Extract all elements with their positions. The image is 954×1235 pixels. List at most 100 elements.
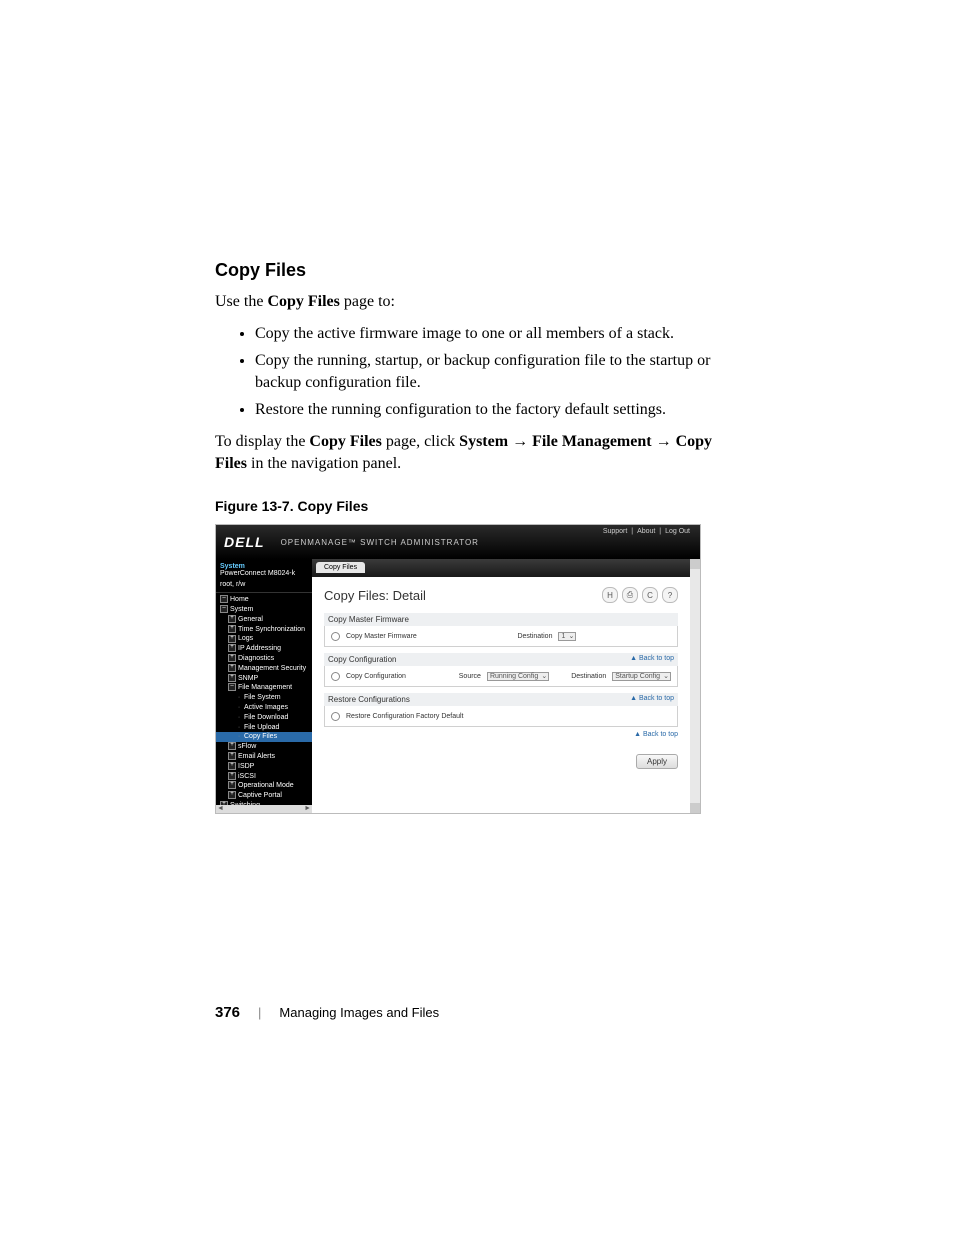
back-to-top-link[interactable]: ▲ Back to top: [630, 695, 674, 702]
scroll-left-icon[interactable]: ◄: [217, 805, 224, 812]
tree-mgmt-security[interactable]: +Management Security: [216, 664, 312, 674]
save-icon[interactable]: H: [602, 587, 618, 603]
source-select[interactable]: Running Config: [487, 672, 549, 681]
support-link[interactable]: Support: [603, 528, 628, 535]
expand-icon[interactable]: +: [228, 654, 236, 662]
tree-ip-addressing[interactable]: +IP Addressing: [216, 644, 312, 654]
refresh-icon[interactable]: C: [642, 587, 658, 603]
label: File Download: [244, 714, 288, 721]
tree-active-images[interactable]: ·Active Images: [216, 703, 312, 713]
sidebar-scrollbar[interactable]: ◄►: [216, 805, 312, 813]
page-title: Copy Files: Detail: [324, 588, 426, 603]
leaf-icon: ·: [236, 732, 242, 742]
tree-file-upload[interactable]: ·File Upload: [216, 723, 312, 733]
sidebar-user: root, r/w: [216, 581, 312, 592]
expand-icon[interactable]: +: [228, 644, 236, 652]
nav-tree: –Home –System +General +Time Synchroniza…: [216, 592, 312, 813]
text: page to:: [340, 293, 395, 310]
label: iSCSI: [238, 773, 256, 780]
tree-captive-portal[interactable]: +Captive Portal: [216, 791, 312, 801]
figure-caption: Figure 13-7. Copy Files: [215, 498, 739, 514]
tree-file-management[interactable]: –File Management: [216, 683, 312, 693]
print-icon[interactable]: ⎙: [622, 587, 638, 603]
expand-icon[interactable]: +: [228, 615, 236, 623]
help-icon[interactable]: ?: [662, 587, 678, 603]
text-bold: File Management: [532, 433, 652, 450]
scroll-right-icon[interactable]: ►: [304, 805, 311, 812]
tree-isdp[interactable]: +ISDP: [216, 762, 312, 772]
back-to-top-link[interactable]: ▲ Back to top: [324, 731, 678, 738]
logout-link[interactable]: Log Out: [665, 528, 690, 535]
apply-button[interactable]: Apply: [636, 754, 678, 769]
destination-label: Destination: [571, 673, 606, 680]
tree-sflow[interactable]: +sFlow: [216, 742, 312, 752]
leaf-icon: ·: [236, 693, 242, 703]
collapse-icon[interactable]: –: [220, 605, 228, 613]
intro-paragraph: Use the Copy Files page to:: [215, 291, 739, 313]
option-label: Restore Configuration Factory Default: [346, 713, 464, 720]
main-scrollbar[interactable]: [690, 559, 700, 813]
label: Operational Mode: [238, 782, 294, 789]
collapse-icon[interactable]: –: [228, 683, 236, 691]
label: Captive Portal: [238, 792, 282, 799]
header-links: Support | About | Log Out: [601, 528, 692, 535]
section-heading: Copy Files: [215, 260, 739, 281]
arrow: →: [652, 433, 676, 450]
label: SNMP: [238, 675, 258, 682]
main-content: Copy Files Copy Files: Detail H ⎙ C ? Co…: [312, 559, 690, 813]
destination-select[interactable]: Startup Config: [612, 672, 671, 681]
label: Time Synchronization: [238, 626, 305, 633]
radio-copy-configuration[interactable]: [331, 672, 340, 681]
tree-general[interactable]: +General: [216, 615, 312, 625]
back-to-top-link[interactable]: ▲ Back to top: [630, 655, 674, 662]
expand-icon[interactable]: +: [228, 742, 236, 750]
expand-icon[interactable]: +: [228, 625, 236, 633]
tab-copy-files[interactable]: Copy Files: [316, 562, 365, 573]
expand-icon[interactable]: +: [228, 674, 236, 682]
radio-restore-factory-default[interactable]: [331, 712, 340, 721]
leaf-icon: ·: [236, 723, 242, 733]
section-title: Copy Configuration: [328, 655, 396, 664]
expand-icon[interactable]: +: [228, 772, 236, 780]
tree-file-download[interactable]: ·File Download: [216, 713, 312, 723]
screenshot-copy-files: DELL OPENMANAGE™ SWITCH ADMINISTRATOR Su…: [215, 524, 701, 814]
nav-paragraph: To display the Copy Files page, click Sy…: [215, 431, 739, 474]
leaf-icon: ·: [236, 713, 242, 723]
label: ISDP: [238, 763, 254, 770]
tree-home[interactable]: –Home: [216, 595, 312, 605]
label: Active Images: [244, 704, 288, 711]
destination-label: Destination: [517, 633, 552, 640]
tree-logs[interactable]: +Logs: [216, 634, 312, 644]
expand-icon[interactable]: +: [228, 762, 236, 770]
option-label: Copy Configuration: [346, 673, 406, 680]
expand-icon[interactable]: +: [228, 791, 236, 799]
page-footer: 376 | Managing Images and Files: [215, 1004, 739, 1021]
text-bold: Copy Files: [309, 433, 381, 450]
tree-email-alerts[interactable]: +Email Alerts: [216, 752, 312, 762]
section-copy-configuration: Copy Configuration ▲ Back to top: [324, 653, 678, 666]
tree-operational-mode[interactable]: +Operational Mode: [216, 781, 312, 791]
expand-icon[interactable]: +: [228, 635, 236, 643]
destination-select[interactable]: 1: [558, 632, 576, 641]
text: To display the: [215, 433, 309, 450]
label: sFlow: [238, 743, 256, 750]
app-title: OPENMANAGE™ SWITCH ADMINISTRATOR: [281, 538, 479, 547]
app-header: DELL OPENMANAGE™ SWITCH ADMINISTRATOR Su…: [216, 525, 700, 559]
row-restore-factory-default: Restore Configuration Factory Default: [324, 706, 678, 727]
tree-iscsi[interactable]: +iSCSI: [216, 772, 312, 782]
collapse-icon[interactable]: –: [220, 595, 228, 603]
dell-logo: DELL: [224, 534, 265, 550]
tree-time-sync[interactable]: +Time Synchronization: [216, 625, 312, 635]
expand-icon[interactable]: +: [228, 752, 236, 760]
tree-system[interactable]: –System: [216, 605, 312, 615]
label: General: [238, 616, 263, 623]
tree-file-system[interactable]: ·File System: [216, 693, 312, 703]
source-label: Source: [459, 673, 481, 680]
tree-copy-files[interactable]: ·Copy Files: [216, 732, 312, 742]
tree-snmp[interactable]: +SNMP: [216, 674, 312, 684]
radio-copy-master-firmware[interactable]: [331, 632, 340, 641]
expand-icon[interactable]: +: [228, 781, 236, 789]
about-link[interactable]: About: [637, 528, 655, 535]
expand-icon[interactable]: +: [228, 664, 236, 672]
tree-diagnostics[interactable]: +Diagnostics: [216, 654, 312, 664]
